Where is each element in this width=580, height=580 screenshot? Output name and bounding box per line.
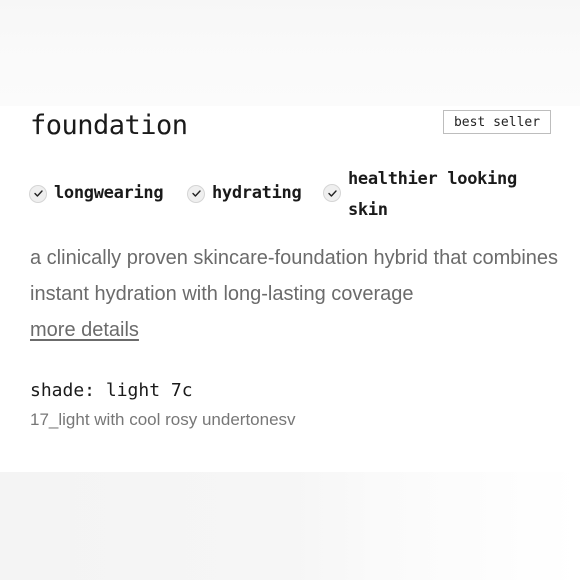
check-icon [29, 184, 47, 203]
benefit-hydrating: hydrating [187, 178, 302, 209]
bottom-image-area [0, 472, 580, 580]
shade-label: shade: light 7c [30, 380, 193, 401]
product-title: foundation [30, 110, 188, 141]
benefit-label: longwearing [54, 183, 164, 203]
check-icon [323, 184, 341, 202]
check-icon [187, 184, 205, 203]
shade-description: 17_light with cool rosy undertonesv [30, 410, 296, 429]
benefit-longwearing: longwearing [29, 178, 164, 209]
benefit-label: healthier looking skin [348, 169, 517, 220]
benefit-label: hydrating [212, 183, 302, 203]
top-image-area [0, 0, 580, 106]
product-description: a clinically proven skincare-foundation … [30, 247, 559, 305]
benefit-healthier-looking-skin: healthier looking skin [323, 164, 548, 226]
more-details-link[interactable]: more details [30, 312, 139, 348]
product-info-card: foundation best seller longwearing hydra… [0, 106, 580, 472]
best-seller-badge: best seller [443, 110, 551, 134]
